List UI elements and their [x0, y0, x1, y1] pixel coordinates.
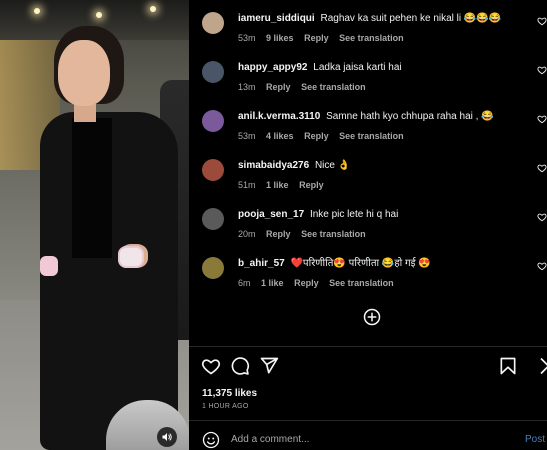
comment-text: simabaidya276 Nice 👌	[238, 159, 528, 173]
comment-likes[interactable]: 9 likes	[266, 33, 294, 43]
bookmark-icon[interactable]	[498, 356, 518, 376]
comment-item: happy_appy92 Ladka jaisa karti hai 13m R…	[189, 61, 547, 110]
comment-username[interactable]: happy_appy92	[238, 62, 307, 73]
comment-time[interactable]: 13m	[238, 82, 256, 92]
comment-body: Nice 👌	[314, 160, 351, 171]
divider	[189, 346, 547, 347]
send-icon[interactable]	[259, 356, 279, 376]
comment-meta: 53m 4 likes Reply See translation	[238, 131, 412, 141]
mute-button[interactable]	[157, 427, 177, 447]
avatar[interactable]	[202, 110, 224, 132]
comment-username[interactable]: simabaidya276	[238, 160, 309, 171]
avatar[interactable]	[202, 208, 224, 230]
heart-icon[interactable]	[537, 16, 547, 26]
comment-username[interactable]: b_ahir_57	[238, 258, 285, 269]
divider	[189, 420, 547, 421]
see-translation-button[interactable]: See translation	[339, 131, 404, 141]
comment-item: simabaidya276 Nice 👌 51m 1 like Reply	[189, 159, 547, 208]
comment-time[interactable]: 20m	[238, 229, 256, 239]
comment-body: ❤️परिणीति😍 परिणीता 😂हो गई 😍	[290, 258, 431, 269]
heart-icon[interactable]	[201, 356, 221, 376]
see-translation-button[interactable]: See translation	[329, 278, 394, 288]
comment-body: Inke pic lete hi q hai	[309, 209, 399, 220]
comment-body: Ladka jaisa karti hai	[313, 62, 402, 73]
post-side-panel: iameru_siddiqui Raghav ka suit pehen ke …	[189, 0, 547, 450]
see-translation-button[interactable]: See translation	[339, 33, 404, 43]
comment-text: b_ahir_57 ❤️परिणीति😍 परिणीता 😂हो गई 😍	[238, 257, 528, 271]
avatar[interactable]	[202, 12, 224, 34]
comment-text: iameru_siddiqui Raghav ka suit pehen ke …	[238, 12, 528, 26]
avatar[interactable]	[202, 257, 224, 279]
comment-item: anil.k.verma.3110 Samne hath kyo chhupa …	[189, 110, 547, 159]
see-translation-button[interactable]: See translation	[301, 82, 366, 92]
comment-username[interactable]: anil.k.verma.3110	[238, 111, 320, 122]
more-options-icon[interactable]	[531, 356, 547, 376]
post-button[interactable]: Post	[525, 434, 545, 445]
ceiling-light	[150, 6, 156, 12]
emoji-icon[interactable]	[202, 431, 220, 449]
reply-button[interactable]: Reply	[266, 229, 291, 239]
heart-icon[interactable]	[537, 65, 547, 75]
comment-time[interactable]: 53m	[238, 131, 256, 141]
reply-button[interactable]: Reply	[266, 82, 291, 92]
reply-button[interactable]: Reply	[299, 180, 324, 190]
black-top	[72, 118, 112, 258]
comment-username[interactable]: iameru_siddiqui	[238, 13, 315, 24]
reply-button[interactable]: Reply	[294, 278, 319, 288]
avatar[interactable]	[202, 159, 224, 181]
comment-meta: 13m Reply See translation	[238, 82, 374, 92]
comment-time[interactable]: 51m	[238, 180, 256, 190]
comment-username[interactable]: pooja_sen_17	[238, 209, 304, 220]
comment-input[interactable]	[231, 430, 511, 448]
comment-meta: 53m 9 likes Reply See translation	[238, 33, 412, 43]
comment-icon[interactable]	[230, 356, 250, 376]
comments-list: iameru_siddiqui Raghav ka suit pehen ke …	[189, 0, 547, 346]
comment-body: Samne hath kyo chhupa raha hai , 😂	[326, 111, 494, 122]
reel-video[interactable]	[0, 0, 189, 450]
comment-time[interactable]: 53m	[238, 33, 256, 43]
see-translation-button[interactable]: See translation	[301, 229, 366, 239]
ceiling-light	[34, 8, 40, 14]
comment-text: happy_appy92 Ladka jaisa karti hai	[238, 61, 528, 75]
post-likes-count[interactable]: 11,375 likes	[202, 388, 257, 399]
comment-meta: 6m 1 like Reply See translation	[238, 278, 402, 288]
comment-text: pooja_sen_17 Inke pic lete hi q hai	[238, 208, 528, 222]
comment-likes[interactable]: 1 like	[266, 180, 289, 190]
reply-button[interactable]: Reply	[304, 33, 329, 43]
heart-icon[interactable]	[537, 261, 547, 271]
plus-circle-icon[interactable]	[363, 308, 381, 326]
speaker-icon	[162, 433, 172, 441]
reply-button[interactable]: Reply	[304, 131, 329, 141]
heart-icon[interactable]	[537, 114, 547, 124]
comment-likes[interactable]: 4 likes	[266, 131, 294, 141]
comment-text: anil.k.verma.3110 Samne hath kyo chhupa …	[238, 110, 528, 124]
comment-meta: 51m 1 like Reply	[238, 180, 332, 190]
comment-item: b_ahir_57 ❤️परिणीति😍 परिणीता 😂हो गई 😍 6m…	[189, 257, 547, 306]
face	[58, 40, 110, 106]
comment-item: iameru_siddiqui Raghav ka suit pehen ke …	[189, 12, 547, 61]
heart-icon[interactable]	[537, 163, 547, 173]
bangle	[40, 256, 58, 276]
bangle	[118, 246, 144, 268]
comment-meta: 20m Reply See translation	[238, 229, 374, 239]
heart-icon[interactable]	[537, 212, 547, 222]
avatar[interactable]	[202, 61, 224, 83]
comment-time[interactable]: 6m	[238, 278, 251, 288]
comment-likes[interactable]: 1 like	[261, 278, 284, 288]
comment-body: Raghav ka suit pehen ke nikal li 😂😂😂	[320, 13, 502, 24]
post-actions	[189, 356, 547, 380]
ceiling-light	[96, 12, 102, 18]
post-time[interactable]: 1 HOUR AGO	[202, 403, 249, 410]
comment-item: pooja_sen_17 Inke pic lete hi q hai 20m …	[189, 208, 547, 257]
